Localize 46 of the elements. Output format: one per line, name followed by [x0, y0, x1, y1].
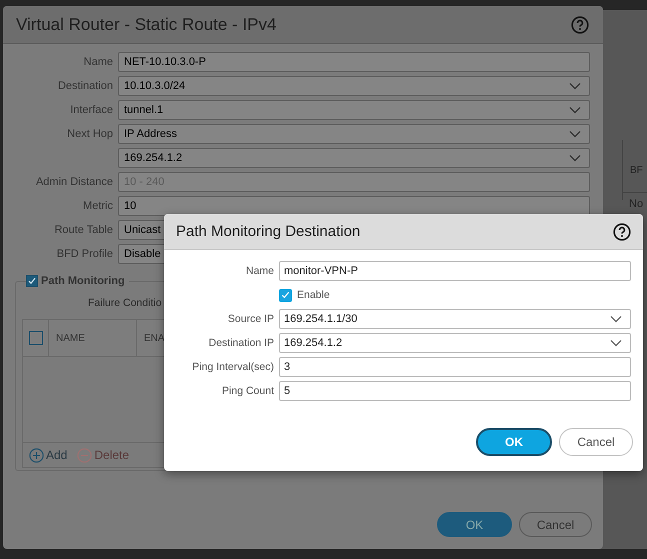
dialog-title: Virtual Router - Static Route - IPv4: [16, 14, 276, 34]
input-field[interactable]: NET-10.10.3.0-P: [118, 52, 590, 72]
field-label: Admin Distance: [34, 176, 113, 188]
column-header[interactable]: NAME: [49, 320, 137, 356]
dropdown-field[interactable]: IP Address: [118, 124, 590, 144]
caret-icon: [610, 339, 622, 347]
select-all-checkbox[interactable]: [28, 331, 42, 345]
checkbox[interactable]: [279, 288, 292, 302]
field-label: BFD Profile: [56, 248, 113, 260]
cancel-button[interactable]: Cancel: [559, 428, 633, 456]
dropdown-field[interactable]: 169.254.1.1/30: [279, 309, 631, 329]
input-field[interactable]: monitor-VPN-P: [279, 261, 631, 281]
input-field[interactable]: 3: [279, 357, 631, 377]
minus-icon: [77, 448, 92, 462]
input-field[interactable]: 5: [279, 381, 631, 401]
column-header[interactable]: ENA: [137, 320, 165, 356]
field-label: Ping Count: [221, 385, 274, 397]
field-label: Ping Interval(sec): [191, 361, 274, 373]
dropdown-field[interactable]: 169.254.1.2: [118, 148, 590, 168]
field-label: Interface: [69, 104, 113, 116]
field-label: Source IP: [226, 313, 274, 325]
field-label: Destination IP: [208, 337, 274, 349]
plus-icon: [29, 448, 44, 462]
dialog-title: Path Monitoring Destination: [176, 223, 360, 240]
dropdown-field[interactable]: tunnel.1: [118, 100, 590, 120]
input-field[interactable]: 10: [118, 196, 590, 216]
caret-icon: [610, 315, 622, 323]
field-label: Route Table: [53, 224, 113, 236]
caret-icon: [569, 106, 581, 114]
cancel-button[interactable]: Cancel: [519, 512, 592, 537]
field-label: Destination: [56, 80, 113, 92]
caret-icon: [569, 154, 581, 162]
caret-icon: [569, 82, 581, 90]
ok-button[interactable]: OK: [437, 512, 512, 537]
field-label: Metric: [82, 200, 113, 212]
field-label: Name: [82, 56, 113, 68]
group-title: Path Monitoring: [41, 275, 125, 287]
field-label: Failure Conditio: [88, 297, 163, 309]
field-label: Name: [244, 265, 274, 277]
help-icon[interactable]: [613, 222, 631, 240]
dropdown-field[interactable]: 169.254.1.2: [279, 333, 631, 353]
field-label: Next Hop: [66, 128, 113, 140]
caret-icon: [569, 130, 581, 138]
checkbox-label: Enable: [297, 289, 330, 301]
dropdown-field[interactable]: 10.10.3.0/24: [118, 76, 590, 96]
checkbox[interactable]: [26, 275, 38, 287]
